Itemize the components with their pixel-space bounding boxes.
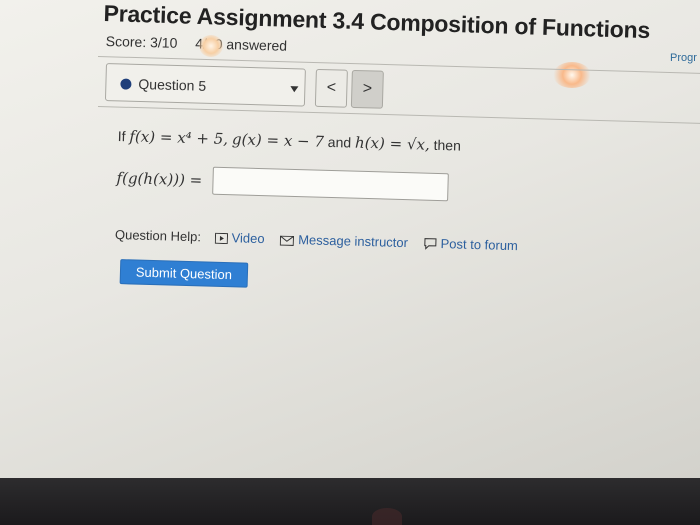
message-instructor-link[interactable]: Message instructor xyxy=(280,232,412,251)
browser-screen: Practice Assignment 3.4 Composition of F… xyxy=(0,0,700,478)
f-definition: f(x) = x⁴ + 5, xyxy=(129,127,229,149)
question-status-dot-icon xyxy=(120,78,132,90)
answer-prompt: f(g(h(x))) = xyxy=(116,168,203,190)
screen-glare xyxy=(553,62,591,88)
video-icon xyxy=(214,232,228,245)
laptop-bezel xyxy=(0,478,700,525)
video-link-label: Video xyxy=(231,230,265,247)
problem-prefix: If xyxy=(117,127,126,145)
progress-link[interactable]: Progr xyxy=(670,52,697,64)
next-question-button[interactable]: > xyxy=(350,69,384,109)
submit-question-button[interactable]: Submit Question xyxy=(119,259,249,288)
video-link[interactable]: Video xyxy=(214,230,268,246)
message-instructor-label: Message instructor xyxy=(297,232,409,251)
envelope-icon xyxy=(280,235,295,246)
g-definition: g(x) = x − 7 xyxy=(231,130,325,151)
question-bar-divider xyxy=(97,106,700,125)
answer-input[interactable] xyxy=(212,166,449,202)
score-text: Score: 3/10 xyxy=(105,33,178,51)
h-definition: h(x) = √x, xyxy=(354,133,431,154)
post-to-forum-link[interactable]: Post to forum xyxy=(423,236,519,254)
problem-and: and xyxy=(327,133,352,151)
question-help-label: Question Help: xyxy=(114,226,202,245)
chevron-right-icon: > xyxy=(362,80,373,98)
problem-suffix: then xyxy=(433,136,462,154)
question-select-label: Question 5 xyxy=(138,75,207,94)
post-to-forum-label: Post to forum xyxy=(440,236,519,254)
previous-question-button[interactable]: < xyxy=(314,68,348,108)
question-select[interactable]: Question 5 xyxy=(104,63,306,107)
chevron-left-icon: < xyxy=(326,79,337,97)
problem-statement: If f(x) = x⁴ + 5, g(x) = x − 7 and h(x) … xyxy=(117,127,462,155)
screen-glare xyxy=(199,35,223,57)
chevron-down-icon xyxy=(290,86,299,93)
question-help-row: Question Help: Video Message instructor … xyxy=(115,227,530,254)
laptop-logo-icon xyxy=(372,508,402,525)
speech-bubble-icon xyxy=(424,238,437,250)
